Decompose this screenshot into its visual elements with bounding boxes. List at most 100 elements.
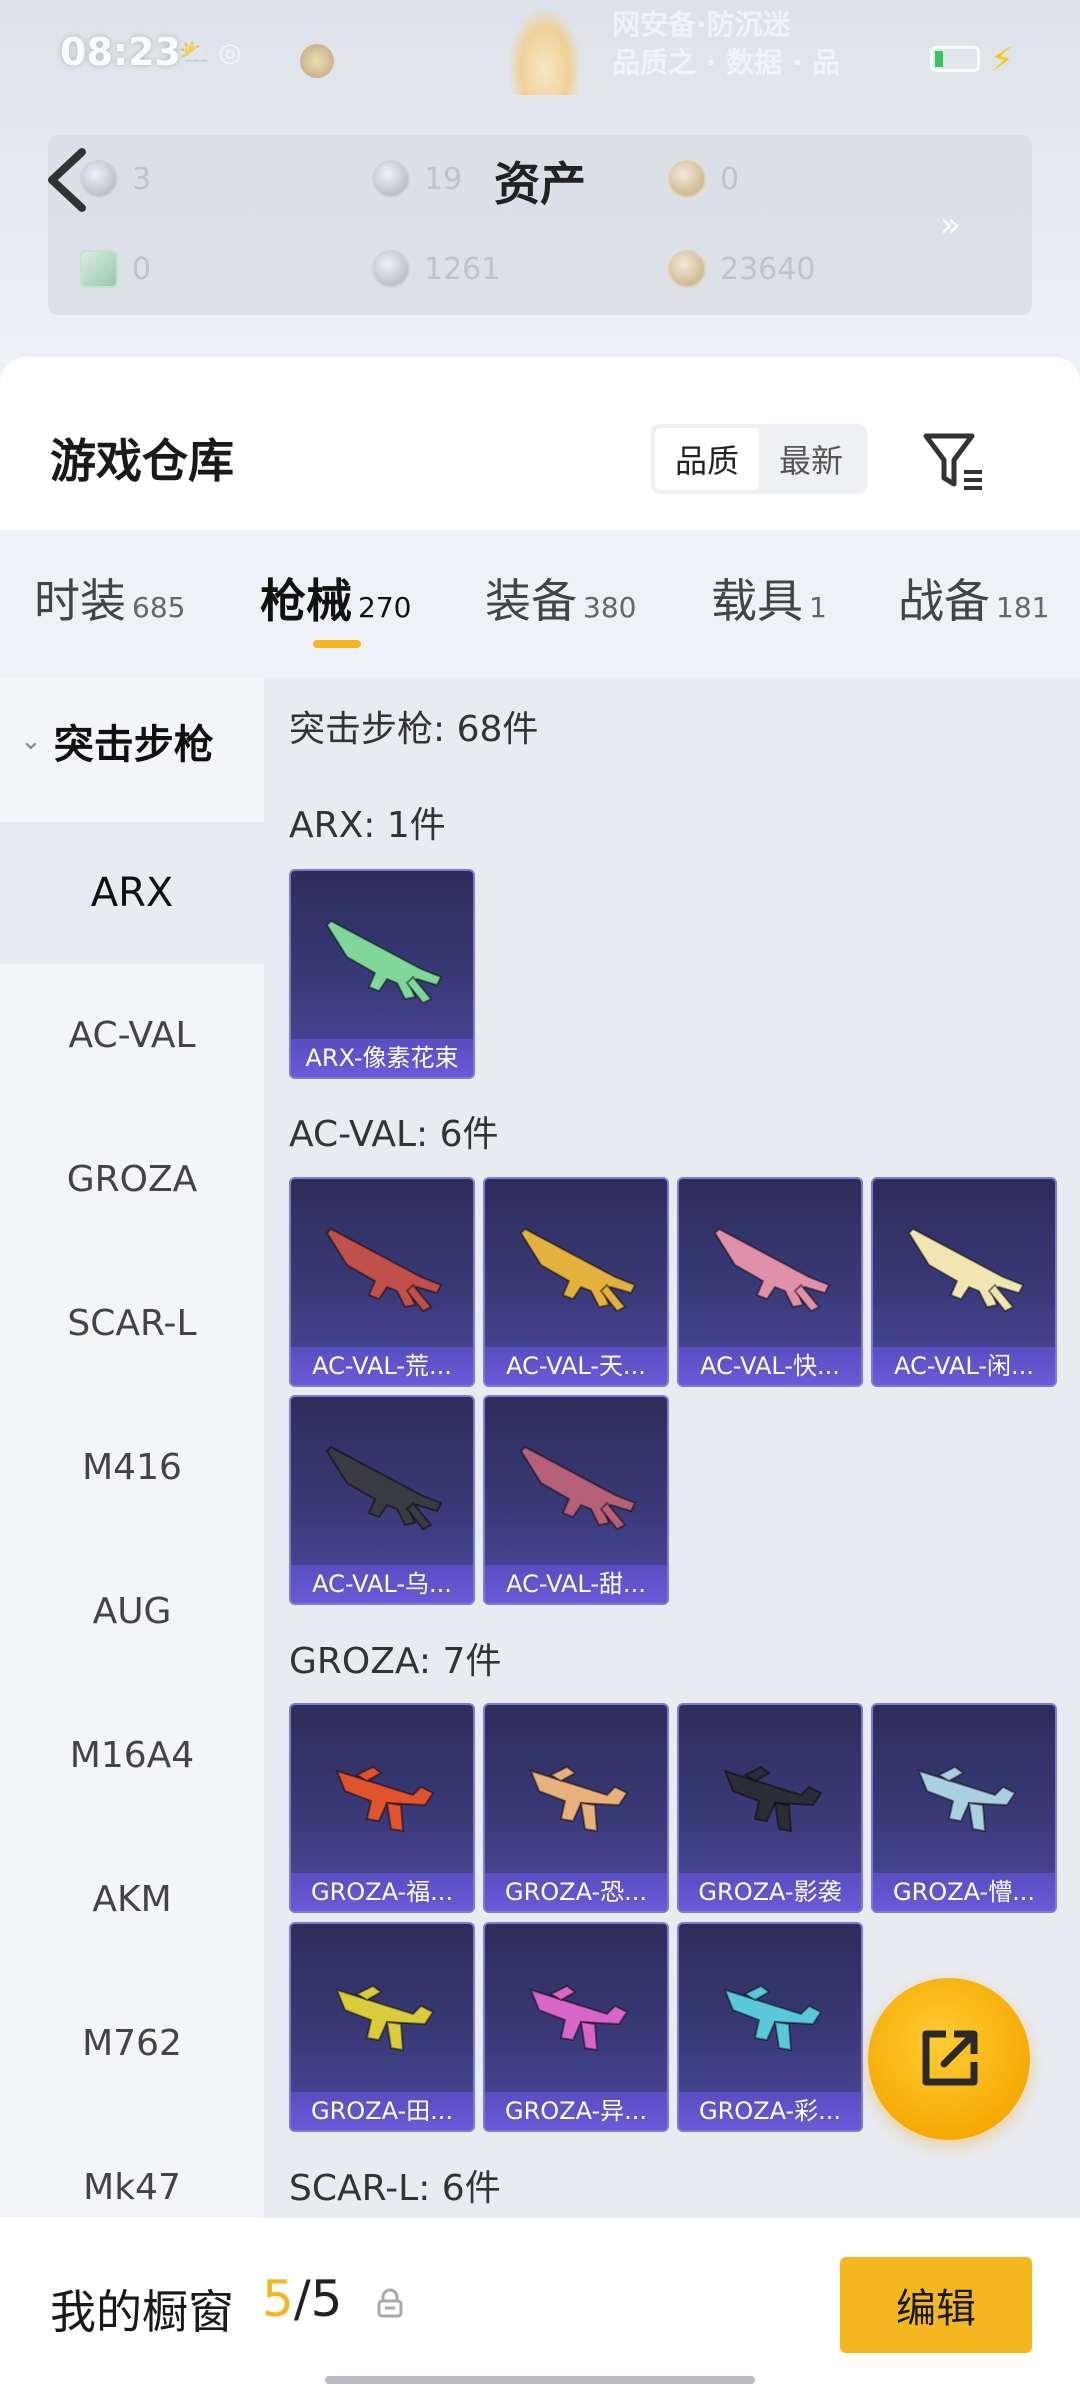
weapon-tile[interactable]: GROZA-彩... (677, 1922, 863, 2132)
weapon-skin-image (723, 1765, 823, 1833)
weapon-tile[interactable]: GROZA-恐... (483, 1703, 669, 1913)
weapon-tile-label: GROZA-异... (485, 2092, 667, 2130)
gun-shape (335, 1769, 435, 1823)
sidebar-category-header[interactable]: ⌄ 突击步枪 (20, 712, 214, 770)
sidebar-item-groza[interactable]: GROZA (0, 1108, 264, 1250)
sidebar-item-akm[interactable]: AKM (0, 1828, 264, 1970)
weapon-tile[interactable]: AC-VAL-甜... (483, 1395, 669, 1605)
weapon-tile-label: AC-VAL-甜... (485, 1565, 667, 1603)
weapon-skin-image (529, 1984, 629, 2052)
tab-equipment[interactable]: 装备 380 (485, 565, 636, 631)
gun-shape (917, 1769, 1017, 1823)
tab-count: 380 (583, 591, 637, 624)
sort-quality-button[interactable]: 品质 (655, 428, 759, 490)
filter-icon[interactable] (920, 428, 986, 494)
gun-shape (325, 1445, 443, 1527)
showcase-count: 5/5 (262, 2270, 342, 2328)
sidebar-item-m16a4[interactable]: M16A4 (0, 1684, 264, 1826)
weapon-skin-image (907, 1227, 1025, 1313)
status-overlay-line2: 品质之 · 数据 · 品 (612, 46, 841, 79)
sidebar-item-arx[interactable]: ARX (0, 822, 264, 964)
tab-label: 时装 (34, 574, 126, 628)
weapon-skin-image (335, 1984, 435, 2052)
tab-label: 装备 (485, 574, 577, 628)
tab-guns[interactable]: 枪械 270 (260, 565, 411, 631)
weapon-tile[interactable]: AC-VAL-天... (483, 1177, 669, 1387)
ticket-coin-icon (80, 160, 118, 198)
asset-value: 0 (720, 161, 740, 197)
group-title-ac-val: AC-VAL: 6件 (289, 1114, 499, 1155)
lock-icon (377, 2288, 403, 2318)
showcase-total: /5 (293, 2270, 343, 2328)
tab-count: 1 (809, 591, 827, 624)
sort-toggle: 品质 最新 (651, 424, 867, 494)
sidebar-item-m762[interactable]: M762 (0, 1972, 264, 2114)
asset-value: 1261 (424, 251, 501, 287)
tab-count: 270 (358, 591, 412, 624)
weapon-skin-image (917, 1765, 1017, 1833)
gun-shape (579, 1801, 599, 1833)
weapon-tile[interactable]: GROZA-异... (483, 1922, 669, 2132)
asset-silver: 19 (372, 160, 462, 198)
weapon-tile-label: GROZA-彩... (679, 2092, 861, 2130)
asset-white: 1261 (372, 250, 500, 288)
chevron-down-icon: ⌄ (20, 726, 42, 756)
sidebar-item-aug[interactable]: AUG (0, 1540, 264, 1682)
weapon-tile[interactable]: GROZA-福... (289, 1703, 475, 1913)
weapon-tile[interactable]: AC-VAL-闲... (871, 1177, 1057, 1387)
showcase-label: 我的橱窗 (50, 2285, 234, 2339)
tab-label: 枪械 (260, 574, 352, 628)
asset-ticket: 3 (80, 160, 151, 198)
gun-shape (773, 2020, 793, 2052)
gun-shape (967, 1801, 987, 1833)
weapon-skin-image (723, 1984, 823, 2052)
weapon-tile[interactable]: AC-VAL-快... (677, 1177, 863, 1387)
sidebar-item-ac-val[interactable]: AC-VAL (0, 964, 264, 1106)
sidebar-item-scar-l[interactable]: SCAR-L (0, 1252, 264, 1394)
weapon-tile[interactable]: GROZA-影袭 (677, 1703, 863, 1913)
double-chevron-right-icon[interactable]: » (940, 205, 961, 245)
tab-label: 载具 (711, 574, 803, 628)
tab-fashion[interactable]: 时装 685 (34, 565, 185, 631)
tab-label: 战备 (898, 574, 990, 628)
status-bar: 08:23 ⛅ ◎ 网安备·防沉迷 品质之 · 数据 · 品 ⚡ (0, 0, 1080, 110)
showcase-used: 5 (262, 2270, 294, 2328)
tab-count: 685 (132, 591, 186, 624)
weapon-tile-label: GROZA-影袭 (679, 1873, 861, 1911)
tab-vehicles[interactable]: 载具 1 (711, 565, 827, 631)
weapon-tile-label: AC-VAL-乌... (291, 1565, 473, 1603)
tab-supplies[interactable]: 战备 181 (898, 565, 1049, 631)
weapon-tile-label: AC-VAL-荒... (291, 1347, 473, 1385)
sidebar-item-m416[interactable]: M416 (0, 1396, 264, 1538)
rank-badge-icon (300, 44, 334, 78)
gold-coin-icon (668, 160, 706, 198)
asset-value: 0 (132, 251, 152, 287)
weapon-tile[interactable]: GROZA-田... (289, 1922, 475, 2132)
silver-coin-icon (372, 160, 410, 198)
asset-gold: 0 (668, 160, 739, 198)
weapon-tile[interactable]: ARX-像素花束 (289, 869, 475, 1079)
weapon-skin-image (335, 1765, 435, 1833)
weapon-tile-label: GROZA-田... (291, 2092, 473, 2130)
group-title-scar-l: SCAR-L: 6件 (289, 2168, 501, 2209)
weapon-tile-label: AC-VAL-闲... (873, 1347, 1055, 1385)
asset-value: 23640 (720, 251, 816, 287)
sort-newest-button[interactable]: 最新 (759, 428, 863, 490)
green-card-coin-icon (80, 250, 118, 288)
edit-button[interactable]: 编辑 (840, 2257, 1032, 2353)
weapon-tile[interactable]: AC-VAL-乌... (289, 1395, 475, 1605)
weapon-tile-label: AC-VAL-快... (679, 1347, 861, 1385)
gun-shape (519, 1227, 637, 1309)
sidebar-category-label: 突击步枪 (53, 722, 214, 768)
gun-shape (773, 1801, 793, 1833)
gun-shape (529, 1988, 629, 2042)
share-button[interactable] (868, 1978, 1030, 2140)
weapon-tile[interactable]: AC-VAL-荒... (289, 1177, 475, 1387)
home-indicator (325, 2376, 755, 2384)
weapon-skin-image (325, 1445, 443, 1531)
group-title-groza: GROZA: 7件 (289, 1641, 502, 1682)
weapon-skin-image (519, 1445, 637, 1531)
weapon-tile[interactable]: GROZA-懵... (871, 1703, 1057, 1913)
gun-shape (385, 1801, 405, 1833)
weapon-tile-label: GROZA-懵... (873, 1873, 1055, 1911)
